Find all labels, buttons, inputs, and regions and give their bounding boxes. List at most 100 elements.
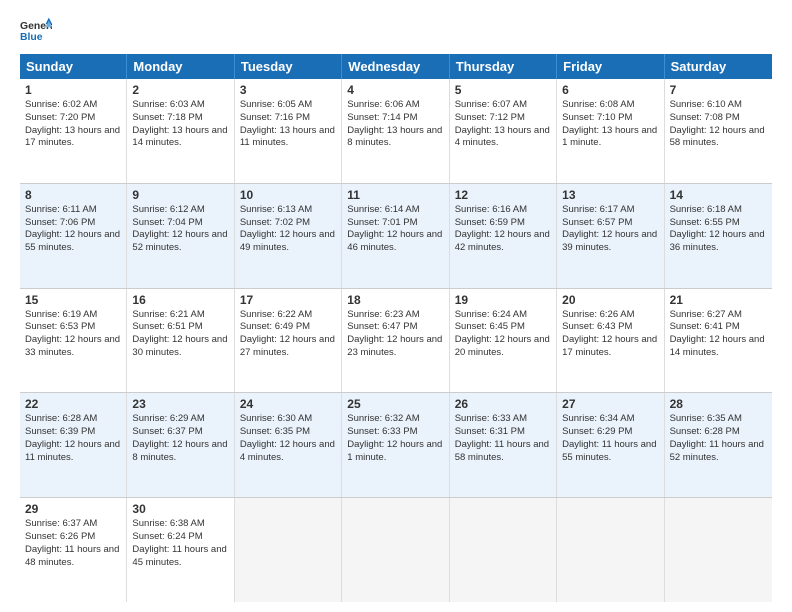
day-info: Sunrise: 6:21 AMSunset: 6:51 PMDaylight:… bbox=[132, 309, 228, 360]
calendar-cell: 2Sunrise: 6:03 AMSunset: 7:18 PMDaylight… bbox=[127, 79, 234, 183]
day-info: Sunrise: 6:22 AMSunset: 6:49 PMDaylight:… bbox=[240, 309, 336, 360]
day-info: Sunrise: 6:34 AMSunset: 6:29 PMDaylight:… bbox=[562, 413, 658, 464]
calendar-header-day: Sunday bbox=[20, 54, 127, 79]
day-number: 22 bbox=[25, 397, 121, 411]
calendar-header-day: Thursday bbox=[450, 54, 557, 79]
calendar-cell: 23 Sunrise: 6:29 AMSunset: 6:37 PMDayligh… bbox=[127, 393, 234, 497]
day-info: Sunrise: 6:10 AMSunset: 7:08 PMDaylight:… bbox=[670, 99, 767, 150]
day-info: Sunrise: 6:28 AMSunset: 6:39 PMDaylight:… bbox=[25, 413, 121, 464]
calendar-header: SundayMondayTuesdayWednesdayThursdayFrid… bbox=[20, 54, 772, 79]
day-info: Sunrise: 6:17 AMSunset: 6:57 PMDaylight:… bbox=[562, 204, 658, 255]
calendar-cell: 7 Sunrise: 6:10 AMSunset: 7:08 PMDaylight… bbox=[665, 79, 772, 183]
page-header: General Blue bbox=[20, 16, 772, 44]
logo-icon: General Blue bbox=[20, 16, 52, 44]
calendar-cell: 13 Sunrise: 6:17 AMSunset: 6:57 PMDayligh… bbox=[557, 184, 664, 288]
calendar-row: 8 Sunrise: 6:11 AMSunset: 7:06 PMDaylight… bbox=[20, 184, 772, 289]
calendar-cell bbox=[557, 498, 664, 602]
day-info: Sunrise: 6:12 AMSunset: 7:04 PMDaylight:… bbox=[132, 204, 228, 255]
day-info: Sunrise: 6:13 AMSunset: 7:02 PMDaylight:… bbox=[240, 204, 336, 255]
day-number: 26 bbox=[455, 397, 551, 411]
calendar-cell: 10 Sunrise: 6:13 AMSunset: 7:02 PMDayligh… bbox=[235, 184, 342, 288]
day-number: 10 bbox=[240, 188, 336, 202]
day-number: 2 bbox=[132, 83, 228, 97]
calendar-cell: 16 Sunrise: 6:21 AMSunset: 6:51 PMDayligh… bbox=[127, 289, 234, 393]
day-number: 3 bbox=[240, 83, 336, 97]
day-info: Sunrise: 6:33 AMSunset: 6:31 PMDaylight:… bbox=[455, 413, 551, 464]
calendar-cell: 19Sunrise: 6:24 AMSunset: 6:45 PMDayligh… bbox=[450, 289, 557, 393]
day-number: 14 bbox=[670, 188, 767, 202]
calendar-cell: 20 Sunrise: 6:26 AMSunset: 6:43 PMDayligh… bbox=[557, 289, 664, 393]
calendar-cell bbox=[665, 498, 772, 602]
day-info: Sunrise: 6:19 AMSunset: 6:53 PMDaylight:… bbox=[25, 309, 121, 360]
calendar-cell: 29 Sunrise: 6:37 AMSunset: 6:26 PMDayligh… bbox=[20, 498, 127, 602]
calendar-cell: 22 Sunrise: 6:28 AMSunset: 6:39 PMDayligh… bbox=[20, 393, 127, 497]
calendar-cell: 24 Sunrise: 6:30 AMSunset: 6:35 PMDayligh… bbox=[235, 393, 342, 497]
calendar-cell: 12Sunrise: 6:16 AMSunset: 6:59 PMDayligh… bbox=[450, 184, 557, 288]
day-number: 8 bbox=[25, 188, 121, 202]
calendar-header-day: Monday bbox=[127, 54, 234, 79]
calendar-cell: 15 Sunrise: 6:19 AMSunset: 6:53 PMDayligh… bbox=[20, 289, 127, 393]
day-info: Sunrise: 6:26 AMSunset: 6:43 PMDaylight:… bbox=[562, 309, 658, 360]
day-number: 27 bbox=[562, 397, 658, 411]
calendar-cell: 28 Sunrise: 6:35 AMSunset: 6:28 PMDayligh… bbox=[665, 393, 772, 497]
calendar-cell: 1 Sunrise: 6:02 AMSunset: 7:20 PMDaylight… bbox=[20, 79, 127, 183]
calendar-cell bbox=[450, 498, 557, 602]
calendar-header-day: Saturday bbox=[665, 54, 772, 79]
day-info: Sunrise: 6:24 AMSunset: 6:45 PMDaylight:… bbox=[455, 309, 551, 360]
calendar-row: 22 Sunrise: 6:28 AMSunset: 6:39 PMDayligh… bbox=[20, 393, 772, 498]
calendar-row: 1 Sunrise: 6:02 AMSunset: 7:20 PMDaylight… bbox=[20, 79, 772, 184]
day-info: Sunrise: 6:14 AMSunset: 7:01 PMDaylight:… bbox=[347, 204, 443, 255]
calendar-cell: 14 Sunrise: 6:18 AMSunset: 6:55 PMDayligh… bbox=[665, 184, 772, 288]
calendar-cell: 8 Sunrise: 6:11 AMSunset: 7:06 PMDaylight… bbox=[20, 184, 127, 288]
calendar-header-day: Tuesday bbox=[235, 54, 342, 79]
day-number: 9 bbox=[132, 188, 228, 202]
day-number: 29 bbox=[25, 502, 121, 516]
calendar-cell: 4 Sunrise: 6:06 AMSunset: 7:14 PMDaylight… bbox=[342, 79, 449, 183]
calendar-cell: 11 Sunrise: 6:14 AMSunset: 7:01 PMDayligh… bbox=[342, 184, 449, 288]
day-info: Sunrise: 6:29 AMSunset: 6:37 PMDaylight:… bbox=[132, 413, 228, 464]
calendar: SundayMondayTuesdayWednesdayThursdayFrid… bbox=[20, 54, 772, 602]
day-number: 28 bbox=[670, 397, 767, 411]
day-info: Sunrise: 6:02 AMSunset: 7:20 PMDaylight:… bbox=[25, 99, 121, 150]
calendar-cell: 18 Sunrise: 6:23 AMSunset: 6:47 PMDayligh… bbox=[342, 289, 449, 393]
day-info: Sunrise: 6:30 AMSunset: 6:35 PMDaylight:… bbox=[240, 413, 336, 464]
day-number: 16 bbox=[132, 293, 228, 307]
calendar-header-day: Wednesday bbox=[342, 54, 449, 79]
day-number: 24 bbox=[240, 397, 336, 411]
day-number: 6 bbox=[562, 83, 658, 97]
calendar-cell: 6Sunrise: 6:08 AMSunset: 7:10 PMDaylight… bbox=[557, 79, 664, 183]
day-number: 12 bbox=[455, 188, 551, 202]
day-number: 1 bbox=[25, 83, 121, 97]
calendar-cell: 3 Sunrise: 6:05 AMSunset: 7:16 PMDaylight… bbox=[235, 79, 342, 183]
day-info: Sunrise: 6:35 AMSunset: 6:28 PMDaylight:… bbox=[670, 413, 767, 464]
day-info: Sunrise: 6:11 AMSunset: 7:06 PMDaylight:… bbox=[25, 204, 121, 255]
calendar-cell bbox=[235, 498, 342, 602]
calendar-cell: 21 Sunrise: 6:27 AMSunset: 6:41 PMDayligh… bbox=[665, 289, 772, 393]
day-number: 7 bbox=[670, 83, 767, 97]
day-info: Sunrise: 6:27 AMSunset: 6:41 PMDaylight:… bbox=[670, 309, 767, 360]
day-number: 11 bbox=[347, 188, 443, 202]
day-info: Sunrise: 6:37 AMSunset: 6:26 PMDaylight:… bbox=[25, 518, 121, 569]
calendar-cell: 5Sunrise: 6:07 AMSunset: 7:12 PMDaylight… bbox=[450, 79, 557, 183]
day-number: 15 bbox=[25, 293, 121, 307]
day-number: 18 bbox=[347, 293, 443, 307]
day-info: Sunrise: 6:18 AMSunset: 6:55 PMDaylight:… bbox=[670, 204, 767, 255]
day-info: Sunrise: 6:23 AMSunset: 6:47 PMDaylight:… bbox=[347, 309, 443, 360]
calendar-cell: 27 Sunrise: 6:34 AMSunset: 6:29 PMDayligh… bbox=[557, 393, 664, 497]
day-number: 20 bbox=[562, 293, 658, 307]
day-info: Sunrise: 6:06 AMSunset: 7:14 PMDaylight:… bbox=[347, 99, 443, 150]
day-info: Sunrise: 6:38 AMSunset: 6:24 PMDaylight:… bbox=[132, 518, 228, 569]
calendar-row: 29 Sunrise: 6:37 AMSunset: 6:26 PMDayligh… bbox=[20, 498, 772, 602]
calendar-row: 15 Sunrise: 6:19 AMSunset: 6:53 PMDayligh… bbox=[20, 289, 772, 394]
calendar-cell: 17 Sunrise: 6:22 AMSunset: 6:49 PMDayligh… bbox=[235, 289, 342, 393]
day-info: Sunrise: 6:05 AMSunset: 7:16 PMDaylight:… bbox=[240, 99, 336, 150]
day-number: 30 bbox=[132, 502, 228, 516]
day-number: 21 bbox=[670, 293, 767, 307]
calendar-cell: 9 Sunrise: 6:12 AMSunset: 7:04 PMDaylight… bbox=[127, 184, 234, 288]
day-number: 13 bbox=[562, 188, 658, 202]
day-number: 23 bbox=[132, 397, 228, 411]
day-number: 4 bbox=[347, 83, 443, 97]
calendar-body: 1 Sunrise: 6:02 AMSunset: 7:20 PMDaylight… bbox=[20, 79, 772, 602]
day-number: 5 bbox=[455, 83, 551, 97]
day-number: 17 bbox=[240, 293, 336, 307]
